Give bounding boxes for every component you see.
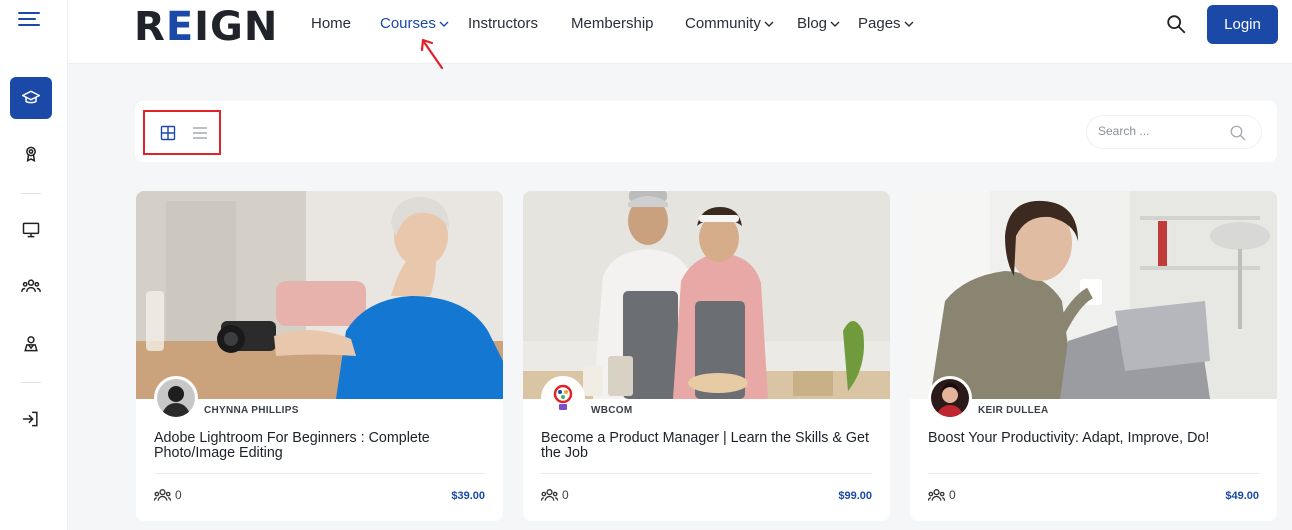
author-avatar[interactable] <box>928 376 972 420</box>
chevron-down-icon <box>764 21 774 27</box>
monitor-icon <box>22 222 40 238</box>
course-price: $99.00 <box>838 490 872 502</box>
chevron-down-icon <box>830 21 840 27</box>
author-avatar[interactable] <box>541 376 585 420</box>
students-icon <box>928 489 945 501</box>
hamburger-icon[interactable] <box>18 12 42 30</box>
nav-blog[interactable]: Blog <box>797 15 841 32</box>
users-icon <box>21 279 41 292</box>
nav-home[interactable]: Home <box>311 15 351 32</box>
nav-membership[interactable]: Membership <box>571 15 654 32</box>
annotation-arrow <box>420 38 444 70</box>
course-card[interactable]: WBCOM Become a Product Manager | Learn t… <box>523 191 890 521</box>
search-input[interactable] <box>1098 124 1228 138</box>
enrolled-count: 0 <box>154 488 182 502</box>
sidebar-item-certificates[interactable] <box>10 133 52 175</box>
nav-courses[interactable]: Courses <box>380 15 450 32</box>
course-title[interactable]: Adobe Lightroom For Beginners : Complete… <box>154 431 484 461</box>
course-title[interactable]: Become a Product Manager | Learn the Ski… <box>541 431 871 461</box>
course-author[interactable]: CHYNNA PHILLIPS <box>204 405 299 416</box>
enrolled-count: 0 <box>541 488 569 502</box>
search-icon[interactable] <box>1165 13 1187 35</box>
grid-view-icon <box>160 125 176 140</box>
login-button[interactable]: Login <box>1207 5 1278 44</box>
grid-view-button[interactable] <box>158 123 178 143</box>
students-icon <box>541 489 558 501</box>
list-view-icon <box>193 126 207 139</box>
sidebar-item-login[interactable] <box>10 398 52 440</box>
sidebar-item-groups[interactable] <box>10 265 52 307</box>
course-author[interactable]: KEIR DULLEA <box>978 405 1049 416</box>
left-sidebar <box>0 0 68 530</box>
students-icon <box>154 489 171 501</box>
sidebar-item-courses[interactable] <box>10 77 52 119</box>
course-author[interactable]: WBCOM <box>591 405 633 416</box>
login-icon <box>22 411 38 427</box>
search-icon[interactable] <box>1229 124 1247 142</box>
author-avatar[interactable] <box>154 376 198 420</box>
course-thumbnail[interactable] <box>910 191 1277 399</box>
course-price: $49.00 <box>1225 490 1259 502</box>
graduation-cap-icon <box>21 90 41 104</box>
course-search <box>1086 115 1262 149</box>
course-card[interactable]: KEIR DULLEA Boost Your Productivity: Ada… <box>910 191 1277 521</box>
view-toggle <box>143 110 221 155</box>
enrolled-count: 0 <box>928 488 956 502</box>
course-toolbar <box>135 101 1277 162</box>
course-price: $39.00 <box>451 490 485 502</box>
course-thumbnail[interactable] <box>136 191 503 399</box>
course-thumbnail[interactable] <box>523 191 890 399</box>
chevron-down-icon <box>439 21 449 27</box>
course-card[interactable]: CHYNNA PHILLIPS Adobe Lightroom For Begi… <box>136 191 503 521</box>
sidebar-item-members[interactable] <box>10 323 52 365</box>
sidebar-item-dashboard[interactable] <box>10 209 52 251</box>
top-header: REIGN Home Courses Instructors Membershi… <box>68 0 1292 64</box>
list-view-button[interactable] <box>190 123 210 143</box>
chevron-down-icon <box>904 21 914 27</box>
nav-pages[interactable]: Pages <box>858 15 915 32</box>
award-badge-icon <box>26 146 36 162</box>
course-title[interactable]: Boost Your Productivity: Adapt, Improve,… <box>928 431 1258 446</box>
brand-logo[interactable]: REIGN <box>134 4 278 50</box>
nav-community[interactable]: Community <box>685 15 775 32</box>
person-icon <box>24 336 38 352</box>
nav-instructors[interactable]: Instructors <box>468 15 538 32</box>
